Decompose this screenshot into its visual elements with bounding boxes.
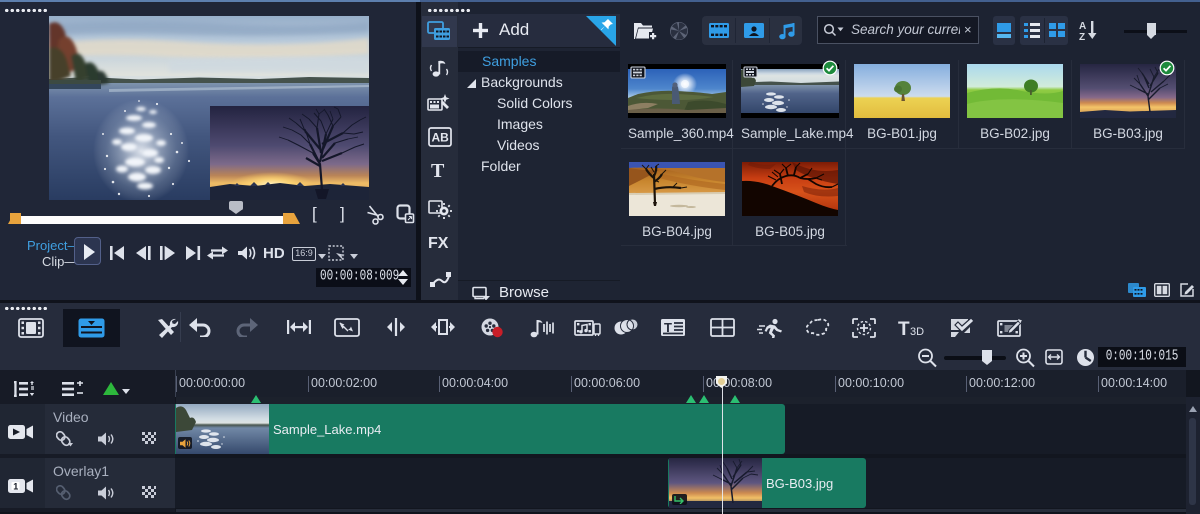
svg-text:A: A	[1079, 21, 1086, 32]
svg-text:AB: AB	[432, 131, 450, 145]
svg-text:Z: Z	[1079, 32, 1085, 41]
svg-text:3D: 3D	[910, 326, 924, 338]
svg-text:T: T	[898, 319, 910, 338]
svg-text:HD: HD	[263, 245, 284, 262]
svg-text:1: 1	[13, 482, 18, 492]
